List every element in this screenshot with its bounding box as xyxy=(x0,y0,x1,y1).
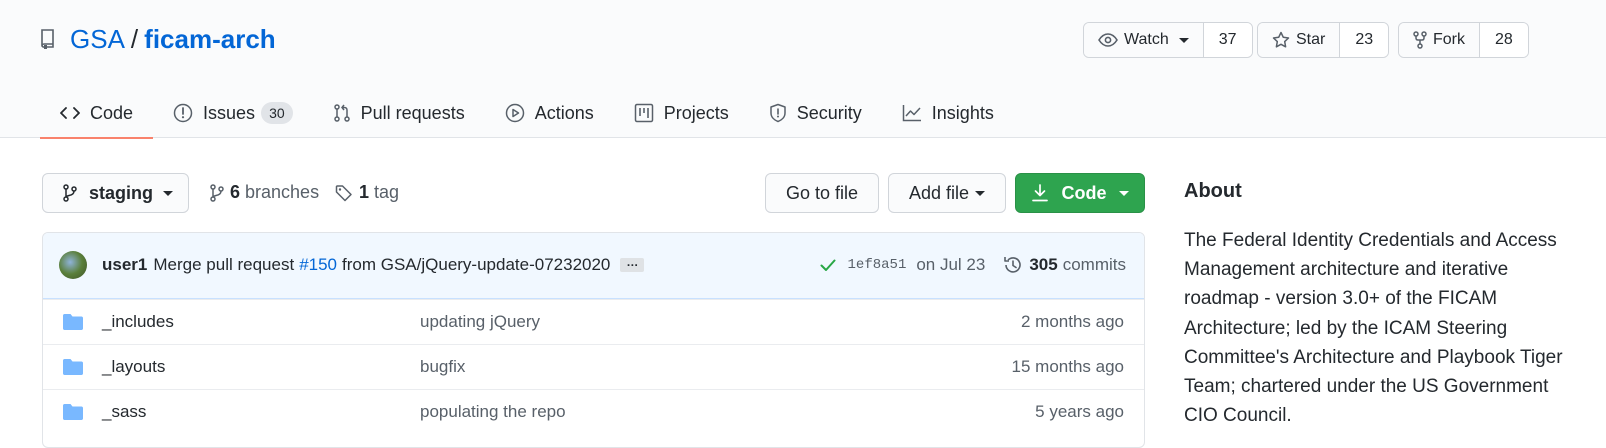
star-icon xyxy=(1272,31,1290,48)
file-row[interactable]: _layouts bugfix 15 months ago xyxy=(43,344,1144,389)
tab-security[interactable]: Security xyxy=(749,88,882,138)
file-age: 2 months ago xyxy=(1020,312,1124,331)
star-button[interactable]: Star xyxy=(1258,23,1340,57)
pull-request-icon xyxy=(333,104,350,122)
about-description: The Federal Identity Credentials and Acc… xyxy=(1184,230,1563,427)
expand-commit-button[interactable]: … xyxy=(620,256,645,272)
branch-icon xyxy=(210,183,224,202)
repo-header: GSA / ficam-arch Watch 37 Star 23 Fork 2… xyxy=(0,0,1606,139)
tab-insights-label: Insights xyxy=(931,102,994,123)
repo-icon xyxy=(40,28,60,51)
branches-link[interactable]: 6 branches xyxy=(210,182,319,203)
star-group: Star 23 xyxy=(1257,22,1390,58)
issue-opened-icon xyxy=(173,103,193,123)
file-name[interactable]: _layouts xyxy=(102,357,165,377)
watch-label: Watch xyxy=(1124,31,1169,48)
branch-icon xyxy=(63,184,77,202)
project-icon xyxy=(634,103,653,123)
fork-count[interactable]: 28 xyxy=(1479,23,1528,57)
commit-message: user1 Merge pull request #150 from GSA/j… xyxy=(102,255,645,275)
tab-code[interactable]: Code xyxy=(40,88,154,139)
star-count[interactable]: 23 xyxy=(1339,23,1389,57)
folder-icon xyxy=(63,314,83,330)
eye-icon xyxy=(1098,33,1118,47)
file-age: 15 months ago xyxy=(1011,357,1124,376)
commit-message-post[interactable]: from GSA/jQuery-update-07232020 xyxy=(342,255,610,275)
go-to-file-button[interactable]: Go to file xyxy=(765,173,879,213)
commit-pr-link[interactable]: #150 xyxy=(299,255,337,275)
tag-icon xyxy=(335,184,352,201)
tab-code-label: Code xyxy=(90,102,134,123)
star-label: Star xyxy=(1296,31,1326,48)
tab-projects-label: Projects xyxy=(663,102,729,123)
add-file-button[interactable]: Add file xyxy=(888,173,1006,213)
chevron-down-icon xyxy=(975,190,986,196)
repo-name-link[interactable]: ficam-arch xyxy=(144,24,276,55)
commits-count: 305 xyxy=(1029,255,1058,274)
repo-title: GSA / ficam-arch xyxy=(40,24,276,55)
fork-group: Fork 28 xyxy=(1398,22,1529,58)
file-name[interactable]: _sass xyxy=(102,402,146,422)
commit-message-pre[interactable]: Merge pull request xyxy=(153,255,294,275)
fork-icon xyxy=(1413,31,1427,49)
code-icon xyxy=(60,107,80,119)
chevron-down-icon xyxy=(1178,37,1189,43)
tags-count: 1 xyxy=(359,182,370,202)
tab-pull-requests-label: Pull requests xyxy=(360,102,465,123)
branches-count: 6 xyxy=(230,182,241,202)
file-row[interactable]: _includes updating jQuery 2 months ago xyxy=(43,299,1144,344)
commit-meta: 1ef8a51 on Jul 23 305 commits xyxy=(820,255,1126,275)
tab-issues[interactable]: Issues 30 xyxy=(153,88,313,138)
repo-nav: Code Issues 30 Pull requests Actions Pro… xyxy=(40,88,1014,139)
commits-label: commits xyxy=(1062,255,1126,274)
play-icon xyxy=(505,103,524,123)
tab-actions[interactable]: Actions xyxy=(485,88,614,138)
tab-security-label: Security xyxy=(796,102,862,123)
file-name[interactable]: _includes xyxy=(102,312,174,332)
add-file-label: Add file xyxy=(908,182,970,203)
latest-commit: user1 Merge pull request #150 from GSA/j… xyxy=(43,233,1144,299)
history-icon xyxy=(1004,257,1022,273)
commit-author[interactable]: user1 xyxy=(102,255,147,275)
watch-button[interactable]: Watch xyxy=(1084,23,1203,57)
commits-history-link[interactable]: 305 commits xyxy=(1003,255,1126,275)
watch-count[interactable]: 37 xyxy=(1202,23,1252,57)
download-icon xyxy=(1031,184,1048,202)
branch-name: staging xyxy=(89,182,154,203)
fork-button[interactable]: Fork xyxy=(1399,23,1479,57)
issues-counter: 30 xyxy=(261,102,293,124)
branches-label: branches xyxy=(245,182,320,202)
commit-sha[interactable]: 1ef8a51 xyxy=(848,257,907,273)
tags-link[interactable]: 1 tag xyxy=(335,182,399,203)
tab-actions-label: Actions xyxy=(534,102,594,123)
commit-date: on Jul 23 xyxy=(916,255,986,274)
file-row[interactable]: _sass populating the repo 5 years ago xyxy=(43,389,1144,434)
graph-icon xyxy=(902,105,921,122)
tab-pull-requests[interactable]: Pull requests xyxy=(313,88,485,138)
watch-group: Watch 37 xyxy=(1083,22,1253,58)
chevron-down-icon xyxy=(163,190,174,196)
file-commit-message[interactable]: bugfix xyxy=(420,357,465,377)
tab-issues-label: Issues xyxy=(203,102,256,123)
about-title: About xyxy=(1184,180,1242,202)
file-commit-message[interactable]: updating jQuery xyxy=(420,312,540,332)
chevron-down-icon xyxy=(1118,190,1129,196)
code-download-button[interactable]: Code xyxy=(1015,173,1145,213)
file-commit-message[interactable]: populating the repo xyxy=(420,402,566,422)
repo-separator: / xyxy=(130,24,139,54)
shield-icon xyxy=(770,103,786,123)
code-download-label: Code xyxy=(1061,182,1107,203)
file-list: user1 Merge pull request #150 from GSA/j… xyxy=(42,232,1145,448)
tab-insights[interactable]: Insights xyxy=(882,88,1014,138)
avatar[interactable] xyxy=(59,251,87,279)
check-icon[interactable] xyxy=(820,259,836,271)
repo-owner-link[interactable]: GSA xyxy=(70,24,125,55)
folder-icon xyxy=(63,404,83,420)
folder-icon xyxy=(63,359,83,375)
file-age: 5 years ago xyxy=(1035,402,1124,421)
tab-projects[interactable]: Projects xyxy=(614,88,749,138)
branch-select-button[interactable]: staging xyxy=(42,173,189,213)
tags-label: tag xyxy=(374,182,400,202)
fork-label: Fork xyxy=(1433,31,1465,48)
